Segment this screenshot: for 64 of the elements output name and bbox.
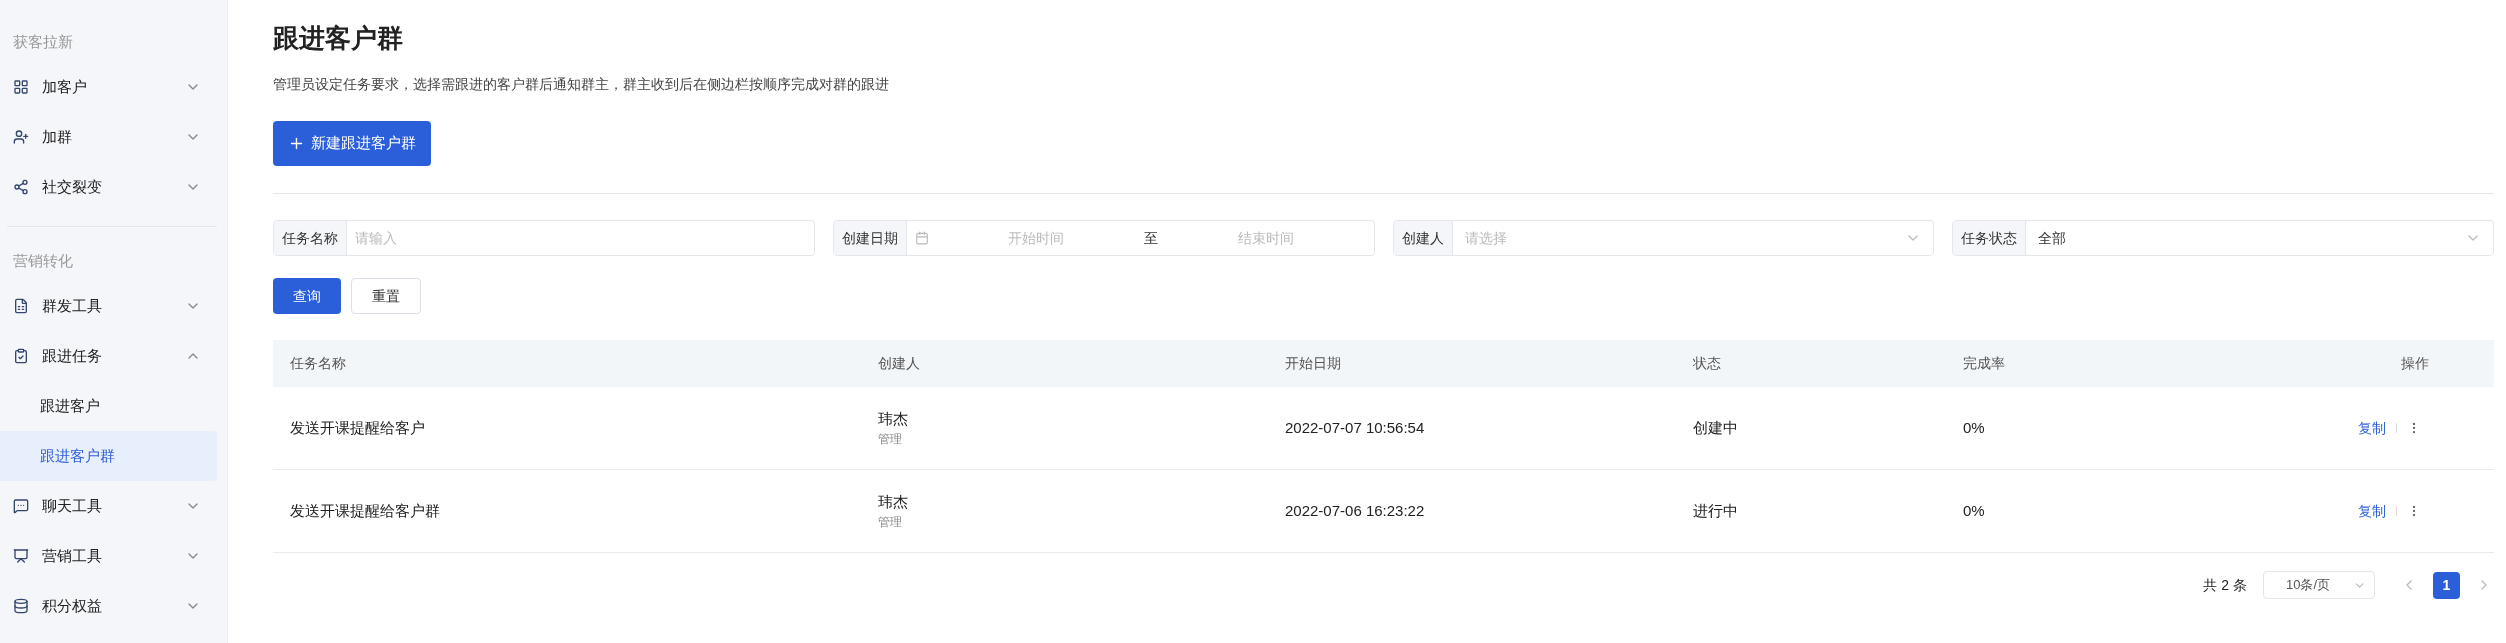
- range-separator: 至: [1144, 228, 1159, 248]
- creator-role: 管理: [878, 514, 903, 532]
- calendar-icon: [914, 231, 929, 245]
- task-name-field[interactable]: 任务名称 请输入: [273, 220, 815, 256]
- checklist-icon: [13, 348, 29, 364]
- select-value: 全部: [2037, 228, 2068, 248]
- column-header: 任务名称: [290, 354, 347, 373]
- column-header: 操作: [2401, 354, 2429, 373]
- page-button[interactable]: 1: [2433, 571, 2460, 599]
- column-header: 状态: [1693, 354, 1722, 373]
- creator-name: 玮杰: [878, 408, 909, 429]
- sidebar-subitem[interactable]: 跟进客户: [0, 381, 217, 431]
- column-header: 创建人: [878, 354, 921, 373]
- end-placeholder: 结束时间: [1236, 228, 1295, 248]
- table-cell-text: 2022-07-06 16:23:22: [1285, 500, 1426, 521]
- table-cell-text: 进行中: [1693, 500, 1739, 521]
- database-icon: [13, 598, 29, 614]
- creator-role: 管理: [878, 431, 903, 449]
- page-size-select[interactable]: 10条/页: [2263, 571, 2375, 599]
- sidebar-item[interactable]: 加客户: [0, 62, 217, 112]
- table-cell-text: 0%: [1963, 417, 1986, 438]
- user-plus-icon: [13, 129, 29, 145]
- grid-icon: [13, 79, 29, 95]
- new-group-button[interactable]: 新建跟进客户群: [273, 121, 431, 166]
- chart-board-icon: [13, 548, 29, 564]
- select-field[interactable]: 创建人 请选择: [1392, 220, 1935, 256]
- reset-button[interactable]: 重置: [351, 278, 421, 314]
- table-cell-text: 2022-07-07 10:56:54: [1285, 417, 1426, 438]
- creator-name: 玮杰: [878, 491, 909, 512]
- table-cell-text: 发送开课提醒给客户群: [290, 500, 441, 521]
- table-cell-text: 0%: [1963, 500, 1986, 521]
- sidebar-item[interactable]: 加群: [0, 112, 217, 162]
- table-cell-text: 发送开课提醒给客户: [290, 417, 426, 438]
- sidebar-item[interactable]: 跟进任务: [0, 331, 217, 381]
- plus-icon: [288, 135, 305, 152]
- sidebar-group-title: 营销转化: [12, 250, 74, 271]
- sidebar-subitem[interactable]: 跟进客户群: [0, 431, 217, 481]
- page-description: 管理员设定任务要求，选择需跟进的客户群后通知群主，群主收到后在侧边栏按顺序完成对群的跟进: [273, 75, 890, 94]
- column-header: 开始日期: [1285, 354, 1342, 373]
- share-icon: [13, 179, 29, 195]
- select-field[interactable]: 任务状态 全部: [1952, 220, 2494, 256]
- sidebar-item[interactable]: 积分权益: [0, 581, 217, 631]
- sidebar-item[interactable]: 营销工具: [0, 531, 217, 581]
- copy-link[interactable]: 复制: [2358, 417, 2386, 439]
- text-input[interactable]: 请输入: [347, 227, 814, 249]
- sidebar-item[interactable]: 社交裂变: [0, 162, 217, 212]
- start-placeholder: 开始时间: [1007, 228, 1066, 248]
- filter-label: 创建日期: [833, 221, 907, 255]
- page-title: 跟进客户群: [273, 22, 404, 55]
- column-header: 完成率: [1963, 354, 2006, 373]
- total-count: 共 2 条: [2203, 575, 2247, 595]
- sidebar-item[interactable]: 群发工具: [0, 281, 217, 331]
- filter-label: 创建人: [1393, 221, 1453, 255]
- date-range-field[interactable]: 创建日期 开始时间 至 结束时间: [832, 220, 1375, 256]
- query-button[interactable]: 查询: [273, 278, 341, 314]
- sidebar-group-title: 获客拉新: [12, 31, 74, 52]
- select-placeholder: 请选择: [1463, 228, 1508, 248]
- chat-icon: [13, 498, 29, 514]
- copy-link[interactable]: 复制: [2358, 500, 2386, 522]
- sidebar-item[interactable]: 聊天工具: [0, 481, 217, 531]
- table-cell-text: 创建中: [1693, 417, 1739, 438]
- document-icon: [13, 298, 29, 314]
- filter-label: 任务名称: [274, 221, 347, 255]
- filter-label: 任务状态: [1953, 221, 2027, 255]
